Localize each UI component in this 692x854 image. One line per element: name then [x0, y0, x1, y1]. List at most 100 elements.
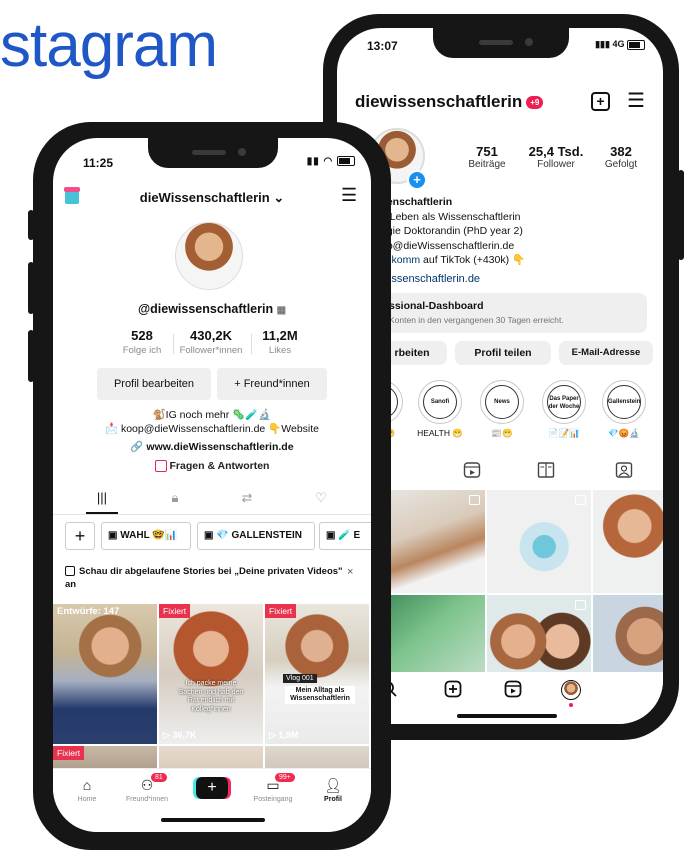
tt-handle: @diewissenschaftlerin ▦ — [53, 302, 371, 316]
ig-nav-reels-icon[interactable] — [501, 680, 525, 702]
ig-stat-value: 751 — [476, 144, 498, 159]
tt-vlog-label: Vlog 001 — [283, 674, 317, 683]
tt-handle-text: @diewissenschaftlerin — [137, 302, 274, 316]
ig-bio-line: sskomm auf TikTok (+430k) 👇 — [381, 253, 651, 268]
tt-add-friends-button[interactable]: + Freund*innen — [217, 368, 327, 400]
tt-status-time: 11:25 — [83, 156, 114, 170]
tt-video-thumbnail[interactable]: Entwürfe: 147 — [53, 604, 157, 744]
tt-playlist-label: 💎 GALLENSTEIN — [216, 530, 303, 541]
playlist-icon: ▣ — [204, 530, 214, 541]
ig-home-indicator — [457, 714, 557, 718]
ig-bio-line: n Leben als Wissenschaftlerin — [381, 210, 521, 223]
tt-pinned-badge: Fixiert — [265, 604, 297, 618]
ig-highlight-cover: Gallenstein — [607, 385, 641, 419]
ig-stat-label: Follower — [537, 159, 575, 170]
tt-qa-link[interactable]: Fragen & Antworten — [53, 460, 371, 473]
tt-tab-liked-icon[interactable]: ♡ — [311, 490, 331, 506]
create-post-icon[interactable]: + — [591, 92, 610, 111]
signal-icon: ▮▮▮ — [595, 39, 610, 49]
ig-network: 4G — [612, 39, 625, 49]
ig-stat-posts[interactable]: 751 Beiträge — [457, 144, 517, 170]
ig-post-thumbnail[interactable] — [381, 490, 485, 593]
tt-nav-profile[interactable]: 👤︎ Profil — [303, 777, 363, 803]
add-story-icon[interactable]: + — [407, 170, 427, 190]
tt-stat-value: 430,2K — [190, 328, 232, 343]
tt-video-thumbnail[interactable]: Fixiert Ich packe meine Sachen und hab d… — [159, 604, 263, 744]
tt-website-link[interactable]: 🔗 www.dieWissenschaftlerin.de — [53, 440, 371, 453]
tt-stat-value: 11,2M — [262, 328, 298, 343]
tt-stat-likes[interactable]: 11,2M Likes — [255, 328, 305, 356]
tiktok-phone: 11:25 ▮▮ ◠ dieWissenschaftlerin ⌄ ☰ @die… — [33, 122, 391, 850]
ig-highlight[interactable]: News 📰😁 — [479, 380, 525, 439]
ig-share-profile-button[interactable]: Profil teilen — [455, 341, 551, 365]
instagram-wordmark-text: stagram — [0, 11, 218, 80]
ig-status-time: 13:07 — [367, 39, 398, 53]
tt-create-button[interactable]: + — [196, 777, 228, 799]
ig-dashboard-subtitle: Konten in den vergangenen 30 Tagen errei… — [389, 315, 564, 325]
tt-edit-profile-button[interactable]: Profil bearbeiten — [97, 368, 211, 400]
tt-playlist-label: 🧪 E — [338, 530, 361, 541]
ig-highlight[interactable]: Sanofi HEALTH 😁 — [417, 380, 463, 439]
story-icon — [65, 566, 75, 577]
ig-professional-dashboard[interactable]: ssional-Dashboard Konten in den vergange… — [377, 293, 647, 333]
tt-nav-inbox[interactable]: ▭ Posteingang 99+ — [243, 773, 303, 803]
ig-tab-guides-icon[interactable] — [537, 462, 555, 478]
hamburger-menu-icon[interactable]: ☰ — [341, 186, 357, 204]
ig-email-button[interactable]: E-Mail-Adresse — [559, 341, 653, 365]
tt-nav-home[interactable]: ⌂ Home — [57, 777, 117, 803]
tt-nav-label: Posteingang — [253, 796, 293, 803]
tt-stat-divider — [251, 334, 252, 354]
ig-stat-value: 382 — [610, 144, 632, 159]
tt-nav-friends[interactable]: ⚇ Freund*innen 81 — [117, 773, 177, 803]
tt-stat-following[interactable]: 528 Folge ich — [117, 328, 167, 356]
ig-stat-following[interactable]: 382 Gefolgt — [593, 144, 649, 170]
tt-tab-private-icon[interactable]: 🔒︎ — [165, 490, 185, 506]
ig-notification-badge: +9 — [526, 96, 544, 110]
qr-code-icon[interactable]: ▦ — [277, 305, 286, 316]
tt-tab-reposts-icon[interactable]: ⇄ — [237, 490, 257, 506]
ig-nav-create-icon[interactable] — [441, 680, 465, 702]
ig-highlight-label: 📄📝📊 — [548, 428, 580, 438]
playlist-icon: ▣ — [108, 530, 118, 541]
tt-nav-label: Profil — [324, 796, 342, 803]
ig-username-text: diewissenschaftlerin — [355, 92, 523, 111]
ig-content-tabs — [367, 462, 663, 484]
question-icon — [154, 460, 167, 473]
tt-tab-videos-icon[interactable]: ||| — [92, 490, 112, 505]
tt-avatar[interactable] — [175, 222, 243, 290]
reel-icon — [575, 495, 586, 505]
wifi-icon: ◠ — [323, 156, 334, 167]
tt-pinned-badge: Fixiert — [53, 746, 85, 760]
ig-stat-followers[interactable]: 25,4 Tsd. Follower — [523, 144, 589, 170]
tt-playlist-chip[interactable]: ▣ WAHL 🤓📊 — [101, 522, 191, 550]
ig-username[interactable]: diewissenschaftlerin +9 — [355, 92, 544, 112]
ig-website-link[interactable]: wissenschaftlerin.de — [381, 273, 480, 285]
chevron-down-icon: ⌄ — [269, 190, 285, 205]
tt-account-switcher[interactable]: dieWissenschaftlerin ⌄ — [53, 190, 371, 206]
hamburger-menu-icon[interactable]: ☰ — [627, 91, 645, 111]
tt-video-thumbnail[interactable]: Fixiert Vlog 001 Mein Alltag als Wissens… — [265, 604, 369, 744]
ig-stat-label: Gefolgt — [604, 159, 638, 170]
play-icon: ▷ — [163, 730, 170, 740]
ig-nav-profile-icon[interactable] — [559, 680, 583, 707]
tt-video-views: ▷ 36,7K — [163, 730, 196, 741]
ig-highlight-cover: News — [485, 385, 519, 419]
tt-playlist-chip[interactable]: ▣ 💎 GALLENSTEIN — [197, 522, 315, 550]
tt-add-playlist-button[interactable]: + — [65, 522, 95, 550]
ig-highlight[interactable]: Das Paper der Woche 📄📝📊 — [541, 380, 587, 439]
ig-bio-line-text: auf TikTok (+430k) 👇 — [420, 254, 526, 266]
ig-post-thumbnail[interactable] — [487, 490, 591, 593]
tiktok-screen: 11:25 ▮▮ ◠ dieWissenschaftlerin ⌄ ☰ @die… — [53, 138, 371, 832]
tt-stat-followers[interactable]: 430,2K Follower*innen — [175, 328, 247, 356]
close-icon[interactable]: × — [347, 566, 353, 578]
tt-stories-notice[interactable]: Schau dir abgelaufene Stories bei „Deine… — [65, 566, 355, 591]
ig-highlight[interactable]: Gallenstein 💎😡🔬 — [601, 380, 647, 439]
ig-status-icons: ▮▮▮ 4G — [595, 39, 645, 50]
ig-post-thumbnail[interactable] — [593, 490, 663, 593]
ig-tab-reels-icon[interactable] — [463, 462, 481, 478]
reel-icon — [469, 495, 480, 505]
tt-playlist-chip[interactable]: ▣ 🧪 E — [319, 522, 371, 550]
ig-bio-line: op@dieWissenschaftlerin.de — [381, 239, 515, 252]
ig-tab-tagged-icon[interactable] — [615, 462, 633, 478]
tt-video-grid: Entwürfe: 147 Fixiert Ich packe meine Sa… — [53, 604, 371, 786]
